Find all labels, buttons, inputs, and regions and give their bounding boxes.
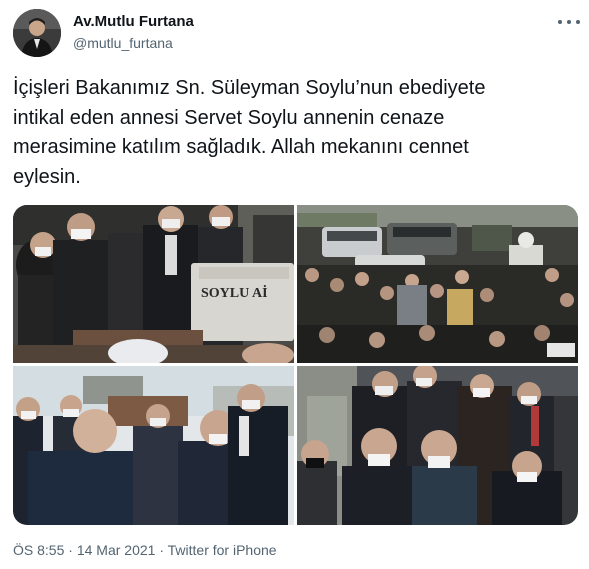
tweet-time: ÖS 8:55 <box>13 542 65 558</box>
more-dot <box>558 20 562 24</box>
tweet-photo-4[interactable] <box>297 366 578 525</box>
more-dot <box>576 20 580 24</box>
more-dot <box>567 20 571 24</box>
tweet-photo-2[interactable] <box>297 205 578 363</box>
photo-1-image: SOYLU Aİ <box>13 205 294 363</box>
author-handle[interactable]: @mutlu_furtana <box>73 35 173 51</box>
meta-separator: · <box>64 542 77 558</box>
tweet-timestamp-link[interactable]: ÖS 8:55 · 14 Mar 2021 <box>13 542 155 558</box>
author-avatar[interactable] <box>13 9 61 57</box>
tweet-card: Av.Mutlu Furtana @mutlu_furtana İçişleri… <box>0 0 589 569</box>
tweet-text: İçişleri Bakanımız Sn. Süleyman Soylu’nu… <box>13 77 486 188</box>
more-options-icon[interactable] <box>558 12 580 32</box>
photo-3-image <box>13 366 294 525</box>
tweet-header: Av.Mutlu Furtana @mutlu_furtana <box>0 0 589 60</box>
avatar-image <box>13 9 61 57</box>
photo-1-sign-text: SOYLU Aİ <box>201 284 268 301</box>
tweet-date: 14 Mar 2021 <box>76 542 156 558</box>
tweet-meta: ÖS 8:55 · 14 Mar 2021 · Twitter for iPho… <box>13 542 277 558</box>
photo-2-image <box>297 205 578 363</box>
tweet-media-grid: SOYLU Aİ <box>13 205 578 525</box>
photo-4-image <box>297 366 578 525</box>
tweet-photo-3[interactable] <box>13 366 294 525</box>
tweet-source-link[interactable]: Twitter for iPhone <box>168 542 277 558</box>
author-display-name[interactable]: Av.Mutlu Furtana <box>73 13 194 30</box>
meta-separator: · <box>155 542 168 558</box>
tweet-photo-1[interactable]: SOYLU Aİ <box>13 205 294 363</box>
